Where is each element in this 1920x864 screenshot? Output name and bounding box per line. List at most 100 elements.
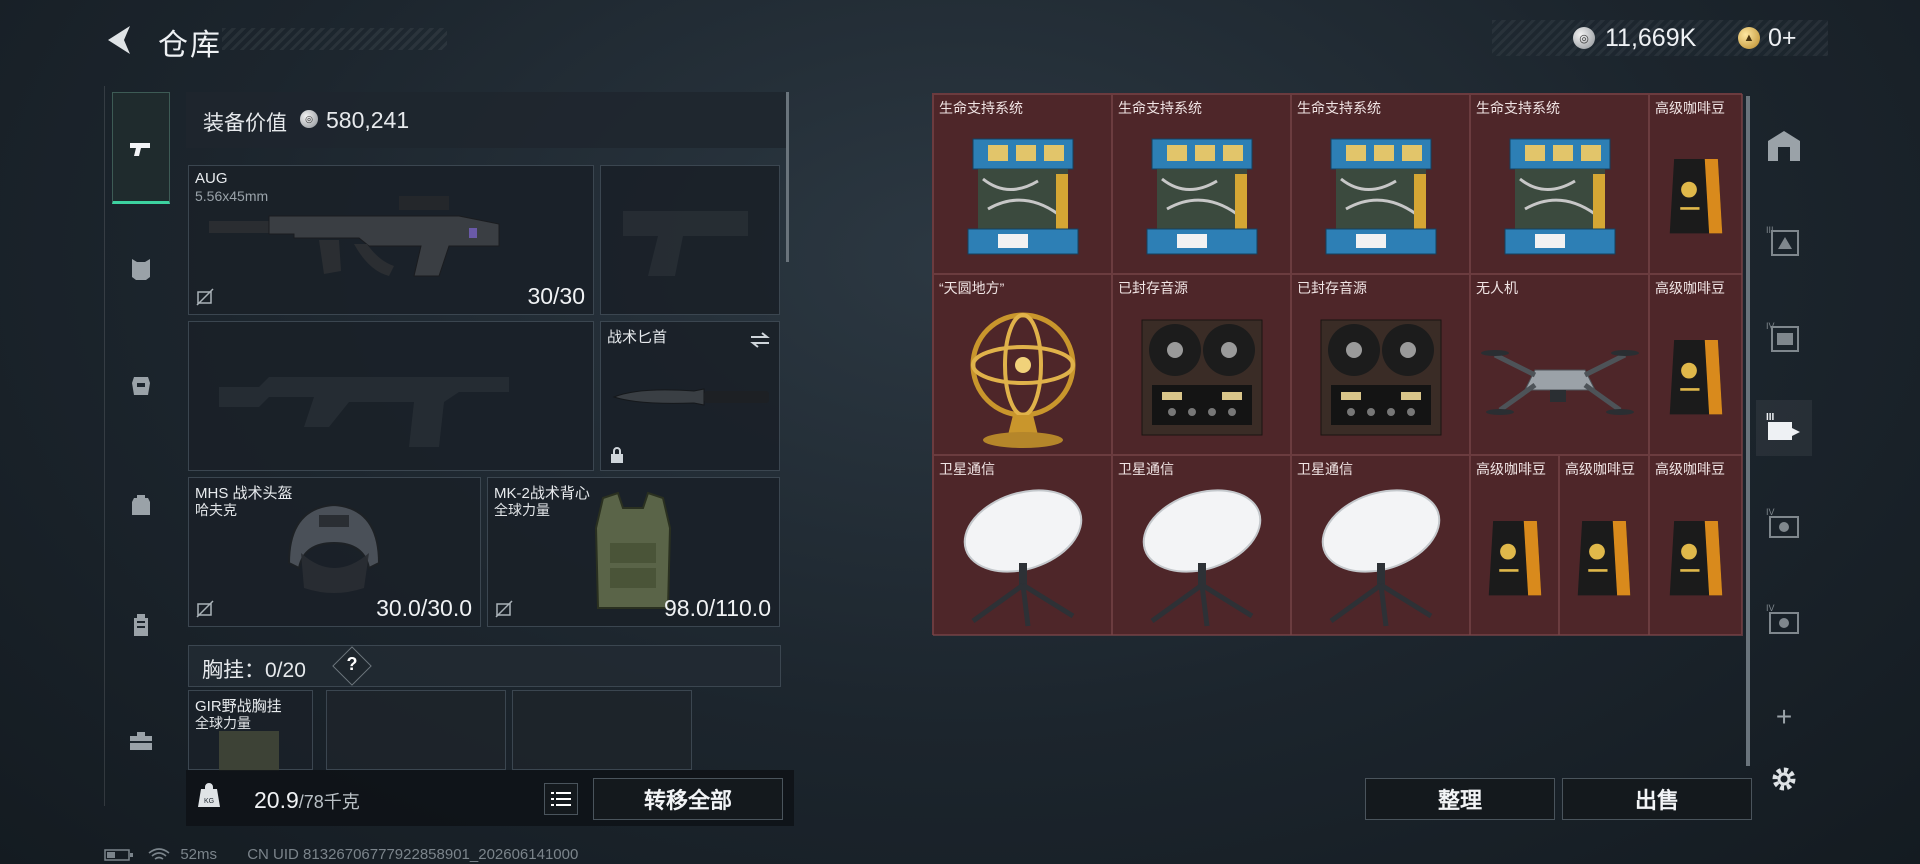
nav-luggage[interactable] — [112, 596, 170, 654]
helmet-durability: 30.0/30.0 — [376, 595, 472, 621]
drone-icon — [1471, 295, 1648, 454]
add-stash-button[interactable]: + — [1756, 689, 1812, 745]
stash-scrollbar[interactable] — [1746, 96, 1750, 766]
unmodifiable-icon — [196, 288, 214, 306]
pistol-slot-empty[interactable] — [600, 165, 780, 315]
pistol-icon — [130, 143, 150, 156]
status-line: 52ms CN UID 8132670677792285890​1_202606… — [104, 846, 578, 863]
coffee-icon — [1650, 295, 1742, 454]
gold-coin-icon: ▲ — [1738, 27, 1760, 49]
svg-text:IV: IV — [1766, 507, 1775, 517]
unmodifiable-icon — [196, 600, 214, 618]
stash-tab-iv[interactable]: IV — [1756, 309, 1812, 365]
stash-item-tape[interactable]: 已封存音源 — [1112, 274, 1291, 455]
nav-toolbox[interactable] — [112, 712, 170, 770]
lifesupport-icon — [1113, 115, 1290, 273]
equipment-scrollbar[interactable] — [786, 92, 789, 262]
dish-icon — [934, 476, 1111, 635]
coffee-icon — [1560, 476, 1648, 635]
equipment-value: 580,241 — [326, 107, 410, 133]
primary-weapon-slot[interactable]: AUG 5.56x45mm 30/30 — [188, 165, 594, 315]
stash-tab-main[interactable] — [1756, 117, 1812, 173]
stash-iii-icon: III — [1766, 225, 1799, 256]
gear-icon — [1772, 767, 1796, 791]
stash-main-icon — [1768, 131, 1800, 161]
dish-icon — [1113, 476, 1290, 635]
list-view-button[interactable] — [544, 783, 578, 815]
stash-item-coffee[interactable]: 高级咖啡豆 — [1559, 455, 1649, 636]
luggage-icon — [134, 614, 148, 636]
svg-text:III: III — [1766, 412, 1775, 423]
chest-rig-slot[interactable]: GIR野战胸挂 全球力量 — [188, 690, 313, 771]
stash-iv-c-icon: IV — [1766, 603, 1799, 634]
sell-button[interactable]: 出售 — [1562, 778, 1752, 820]
knife-name: 战术匕首 — [607, 329, 668, 346]
stash-tab-iv-c[interactable]: IV — [1756, 593, 1812, 649]
nav-armor[interactable] — [112, 240, 170, 298]
armor-slot[interactable]: MK-2战术背心 全球力量 98.0/110.0 — [487, 477, 780, 627]
sort-button[interactable]: 整理 — [1365, 778, 1555, 820]
lock-icon — [611, 447, 623, 463]
carry-weight-current: 20.9 — [254, 787, 299, 813]
gold-amount[interactable]: 0+ — [1768, 24, 1797, 53]
silver-coin-icon: ◎ — [300, 110, 318, 128]
stash-item-lifesupport[interactable]: 生命支持系统 — [1291, 94, 1470, 274]
helmet-slot[interactable]: MHS 战术头盔 哈夫克 30.0/30.0 — [188, 477, 481, 627]
stash-item-dish[interactable]: 卫星通信 — [1291, 455, 1470, 636]
rifle-silhouette-icon — [219, 377, 509, 447]
stash-item-drone[interactable]: 无人机 — [1470, 274, 1649, 455]
armor-icon — [132, 259, 150, 280]
backpack-icon — [132, 495, 150, 515]
nav-weapons[interactable] — [112, 120, 170, 178]
rig-pocket-2[interactable] — [512, 690, 692, 770]
coffee-icon — [1650, 115, 1742, 273]
title-decoration — [222, 28, 447, 50]
stash-item-dish[interactable]: 卫星通信 — [933, 455, 1112, 636]
nav-chest-rig[interactable] — [112, 357, 170, 415]
rig-pocket-1[interactable] — [326, 690, 506, 770]
stash-item-coffee[interactable]: 高级咖啡豆 — [1649, 455, 1743, 636]
settings-button[interactable] — [1756, 751, 1812, 807]
back-arrow-icon[interactable] — [100, 20, 140, 60]
stash-item-armillary[interactable]: “天圆地方” — [933, 274, 1112, 455]
stash-item-coffee[interactable]: 高级咖啡豆 — [1649, 94, 1743, 274]
coffee-icon — [1650, 476, 1742, 635]
stash-item-lifesupport[interactable]: 生命支持系统 — [1112, 94, 1291, 274]
stash-item-coffee[interactable]: 高级咖啡豆 — [1470, 455, 1559, 636]
nav-backpack[interactable] — [112, 476, 170, 534]
melee-slot[interactable]: 战术匕首 — [600, 321, 780, 471]
helmet-brand: 哈夫克 — [195, 502, 237, 518]
coffee-icon — [1471, 476, 1558, 635]
stash-item-lifesupport[interactable]: 生命支持系统 — [1470, 94, 1649, 274]
silver-coin-icon: ◎ — [1573, 27, 1595, 49]
combat-knife-icon — [612, 388, 769, 406]
transfer-all-button[interactable]: 转移全部 — [593, 778, 783, 820]
tape-icon — [1292, 295, 1469, 454]
stash-item-tape[interactable]: 已封存音源 — [1291, 274, 1470, 455]
stash-tab-iii-active[interactable]: III — [1756, 400, 1812, 456]
battery-icon — [104, 849, 133, 861]
pistol-silhouette-icon — [623, 211, 748, 276]
ping: 52ms — [180, 846, 218, 863]
stash-item-coffee[interactable]: 高级咖啡豆 — [1649, 274, 1743, 455]
help-icon: ? — [346, 654, 358, 674]
aug-rifle-icon — [209, 196, 500, 277]
armor-brand: 全球力量 — [494, 502, 550, 518]
wifi-icon — [148, 848, 170, 860]
stash-iv-icon: IV — [1766, 321, 1799, 352]
user-uid: CN UID 8132670677792285890​1_20260614100… — [247, 846, 579, 863]
stash-tab-iv-b[interactable]: IV — [1756, 497, 1812, 553]
stash-tab-iii[interactable]: III — [1756, 213, 1812, 269]
page-title: 仓库 — [158, 29, 222, 62]
stash-item-lifesupport[interactable]: 生命支持系统 — [933, 94, 1112, 274]
toolbox-icon — [130, 732, 152, 750]
stash-item-dish[interactable]: 卫星通信 — [1112, 455, 1291, 636]
chest-rig-item-icon — [219, 731, 279, 771]
swap-icon[interactable] — [749, 330, 771, 350]
carry-weight: 20.9/78千克 — [254, 787, 360, 814]
weight-icon: KG — [198, 783, 220, 807]
secondary-weapon-slot-empty[interactable] — [188, 321, 594, 471]
svg-text:IV: IV — [1766, 603, 1775, 613]
lifesupport-icon — [1471, 115, 1648, 273]
svg-text:III: III — [1766, 225, 1774, 235]
